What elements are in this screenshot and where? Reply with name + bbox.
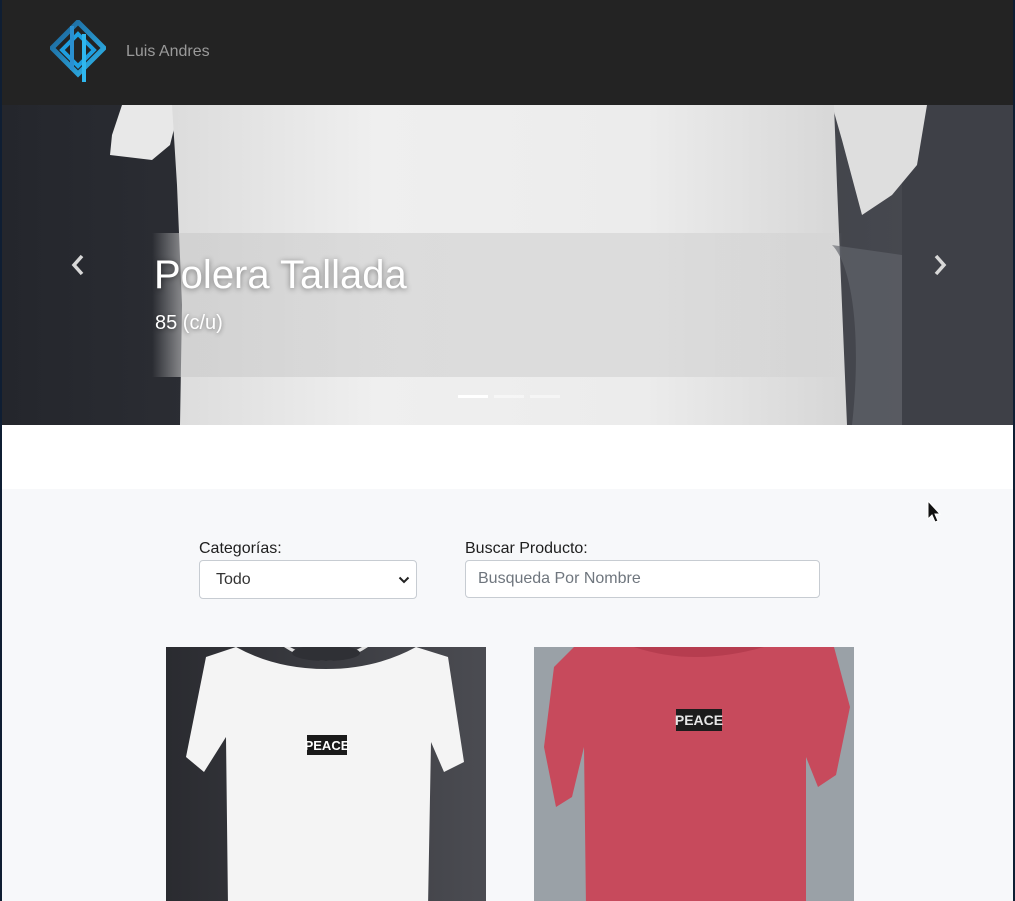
- page: Luis Andres Polera Tallada 85 (c/u) Cate…: [2, 0, 1013, 901]
- diamond-logo-icon[interactable]: [50, 20, 106, 86]
- carousel-prev-button[interactable]: [58, 247, 98, 283]
- category-label: Categorías:: [199, 540, 282, 557]
- product-card[interactable]: PEACE: [166, 647, 486, 901]
- product-image-red-shirt: PEACE: [534, 647, 854, 901]
- brand-name[interactable]: Luis Andres: [126, 43, 210, 61]
- chevron-right-icon: [934, 254, 947, 276]
- products-section: Categorías: Todo Buscar Producto: Busque…: [2, 489, 1013, 901]
- category-select[interactable]: Todo: [199, 560, 417, 599]
- shirt-print-text: PEACE: [675, 712, 723, 728]
- category-selected-value: Todo: [216, 571, 251, 588]
- search-input[interactable]: [465, 560, 820, 598]
- product-image-white-shirt: PEACE: [166, 647, 486, 901]
- navbar: Luis Andres: [2, 0, 1013, 105]
- carousel-indicator-1[interactable]: [458, 395, 488, 398]
- carousel-next-button[interactable]: [920, 247, 960, 283]
- carousel-indicators: [458, 395, 560, 398]
- chevron-left-icon: [71, 254, 84, 276]
- product-card[interactable]: PEACE: [534, 647, 854, 901]
- carousel: Polera Tallada 85 (c/u): [2, 105, 1013, 425]
- carousel-indicator-3[interactable]: [530, 395, 560, 398]
- carousel-indicator-2[interactable]: [494, 395, 524, 398]
- slide-price: 85 (c/u): [155, 312, 223, 334]
- slide-title: Polera Tallada: [154, 253, 407, 297]
- shirt-print-text: PEACE: [305, 738, 350, 753]
- chevron-down-icon: [398, 576, 410, 584]
- search-label: Buscar Producto:: [465, 540, 588, 557]
- mouse-cursor-icon: [927, 500, 942, 523]
